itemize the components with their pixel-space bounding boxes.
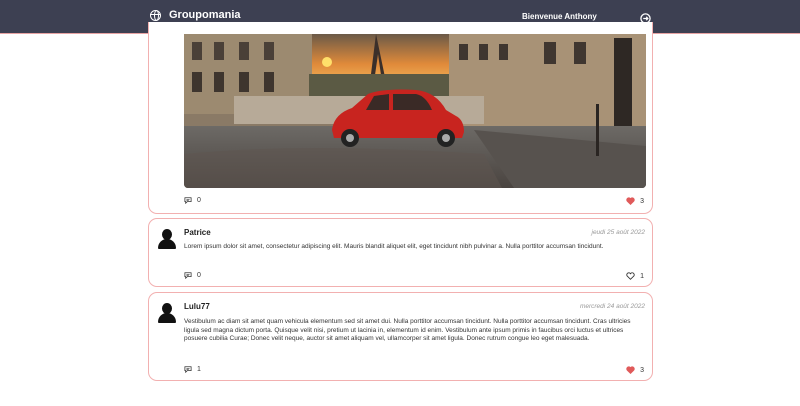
post-image[interactable]	[184, 34, 646, 188]
post-date: mercredi 24 août 2022	[579, 303, 645, 310]
comment-icon	[184, 272, 192, 279]
avatar-icon	[158, 303, 176, 323]
post-text: Vestibulum ac diam sit amet quam vehicul…	[184, 318, 631, 343]
comments-count: 0	[197, 197, 201, 204]
avatar-icon	[158, 229, 176, 249]
post-card: 0 3	[148, 22, 653, 214]
likes-count: 1	[640, 272, 644, 280]
likes-count: 3	[640, 366, 644, 374]
like-button[interactable]: 3	[626, 366, 644, 374]
brand-home-link[interactable]: Groupomania	[150, 9, 241, 21]
post-card: Lulu77 mercredi 24 août 2022 Vestibulum …	[148, 292, 653, 381]
comments-button[interactable]: 0	[184, 272, 201, 279]
welcome-message: Bienvenue Anthony	[522, 12, 597, 21]
heart-icon	[626, 197, 635, 205]
post-author[interactable]: Patrice	[184, 228, 211, 237]
like-button[interactable]: 3	[626, 197, 644, 205]
comments-button[interactable]: 0	[184, 197, 201, 204]
brand-name: Groupomania	[169, 9, 241, 21]
likes-count: 3	[640, 197, 644, 205]
comments-count: 0	[197, 272, 201, 279]
comment-icon	[184, 197, 192, 204]
comments-count: 1	[197, 366, 201, 373]
globe-icon	[150, 9, 161, 21]
post-text: Lorem ipsum dolor sit amet, consectetur …	[184, 243, 604, 250]
heart-outline-icon	[626, 272, 635, 280]
heart-icon	[626, 366, 635, 374]
post-card: Patrice jeudi 25 août 2022 Lorem ipsum d…	[148, 218, 653, 287]
comments-button[interactable]: 1	[184, 366, 201, 373]
post-author[interactable]: Lulu77	[184, 302, 210, 311]
comment-icon	[184, 366, 192, 373]
like-button[interactable]: 1	[626, 272, 644, 280]
post-date: jeudi 25 août 2022	[591, 229, 646, 236]
